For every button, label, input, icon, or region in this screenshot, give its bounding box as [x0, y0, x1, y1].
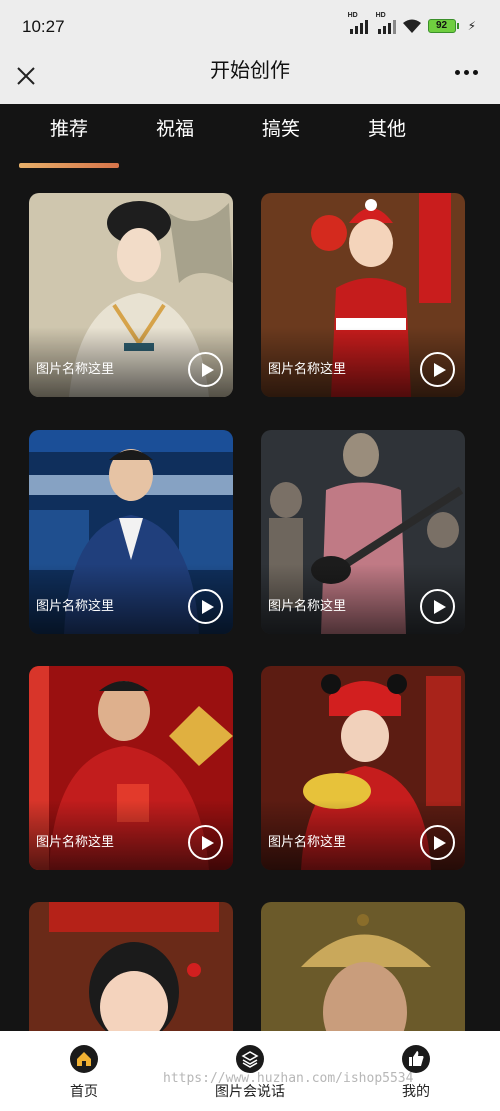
- active-tab-indicator: [19, 163, 119, 168]
- template-card[interactable]: 图片名称这里: [261, 666, 465, 870]
- home-icon: [70, 1045, 98, 1073]
- thumbs-up-icon: [402, 1045, 430, 1073]
- template-card[interactable]: 图片名称这里: [29, 666, 233, 870]
- signal-icon: HD: [376, 12, 396, 34]
- tab-recommend[interactable]: 推荐: [29, 114, 109, 141]
- card-caption: 图片名称这里: [268, 598, 347, 613]
- play-icon[interactable]: [188, 589, 223, 624]
- tab-funny[interactable]: 搞笑: [241, 114, 321, 141]
- status-time: 10:27: [22, 17, 65, 36]
- status-bar: 10:27 HD HD 92 ⚡: [0, 0, 500, 50]
- play-icon[interactable]: [420, 352, 455, 387]
- card-caption: 图片名称这里: [36, 598, 115, 613]
- template-card[interactable]: 图片名称这里: [29, 430, 233, 634]
- nav-home[interactable]: 首页: [24, 1045, 144, 1101]
- card-caption: 图片名称这里: [268, 361, 347, 376]
- template-card[interactable]: 图片名称这里: [261, 430, 465, 634]
- category-tabs: 推荐 祝福 搞笑 其他: [0, 104, 500, 168]
- status-icons: HD HD 92 ⚡: [348, 12, 476, 34]
- card-caption: 图片名称这里: [268, 834, 347, 849]
- watermark-text: https://www.huzhan.com/ishop5534: [163, 1071, 414, 1086]
- nav-home-label: 首页: [70, 1083, 98, 1099]
- play-icon[interactable]: [188, 825, 223, 860]
- play-icon[interactable]: [420, 589, 455, 624]
- play-icon[interactable]: [420, 825, 455, 860]
- card-caption: 图片名称这里: [36, 834, 115, 849]
- play-icon[interactable]: [188, 352, 223, 387]
- template-card[interactable]: 图片名称这里: [29, 193, 233, 397]
- wifi-icon: [402, 19, 421, 33]
- tab-blessing[interactable]: 祝福: [135, 114, 215, 141]
- charging-icon: ⚡: [467, 19, 476, 33]
- template-card[interactable]: 图片名称这里: [261, 193, 465, 397]
- card-caption: 图片名称这里: [36, 361, 115, 376]
- tab-other[interactable]: 其他: [347, 114, 427, 141]
- page-title: 开始创作: [210, 60, 290, 82]
- layers-icon: [236, 1045, 264, 1073]
- header: 开始创作: [0, 50, 500, 104]
- battery-icon: 92: [427, 19, 459, 33]
- signal-icon: HD: [348, 12, 368, 34]
- more-options-icon[interactable]: [455, 70, 478, 75]
